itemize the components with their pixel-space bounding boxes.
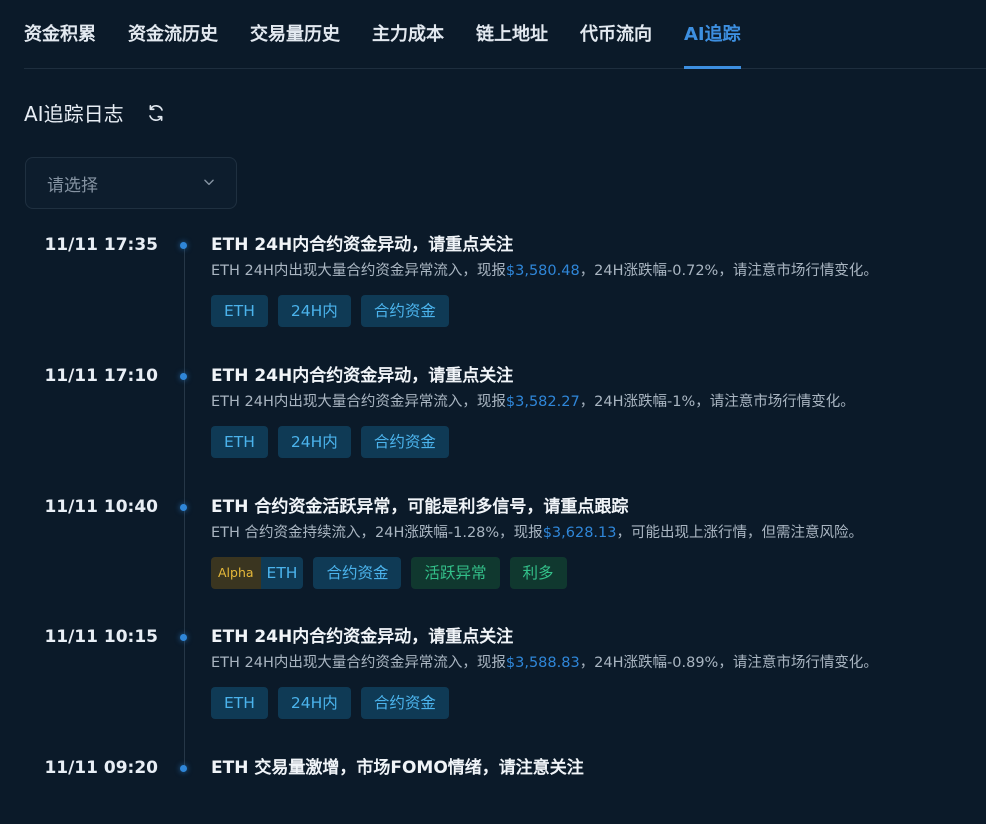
entry-price: $3,588.83 xyxy=(505,655,580,671)
select-placeholder: 请选择 xyxy=(47,175,98,196)
entry-title[interactable]: ETH 24H内合约资金异动，请重点关注 xyxy=(211,624,981,650)
desc-text: ETH 24H内出现大量合约资金异常流入，现报 xyxy=(211,655,506,671)
tag-eth[interactable]: ETH xyxy=(211,295,268,327)
page-title: AI追踪日志 xyxy=(24,102,124,126)
timeline-dot xyxy=(180,765,187,772)
timeline-dot xyxy=(180,634,187,641)
entry-time: 11/11 10:40 xyxy=(44,497,158,517)
tag-eth[interactable]: ETH xyxy=(260,557,304,589)
tag-24h[interactable]: 24H内 xyxy=(277,426,351,458)
desc-text: ，24H涨跌幅-0.89%，请注意市场行情变化。 xyxy=(579,655,878,671)
alpha-badge: Alpha xyxy=(211,557,261,589)
entry-time: 11/11 09:20 xyxy=(44,758,158,778)
timeline-dot xyxy=(180,242,187,249)
tag-contract-fund[interactable]: 合约资金 xyxy=(313,557,402,589)
entry-content: ETH 合约资金活跃异常，可能是利多信号，请重点跟踪 ETH 合约资金持续流入，… xyxy=(211,494,981,589)
tag-eth[interactable]: ETH xyxy=(211,687,268,719)
entry-description: ETH 24H内出现大量合约资金异常流入，现报$3,580.48，24H涨跌幅-… xyxy=(211,259,981,283)
entry-time: 11/11 17:10 xyxy=(44,366,158,386)
entry-time: 11/11 10:15 xyxy=(44,627,158,647)
tag-list: ETH 24H内 合约资金 xyxy=(211,687,981,719)
entry-description: ETH 24H内出现大量合约资金异常流入，现报$3,582.27，24H涨跌幅-… xyxy=(211,390,981,414)
entry-title[interactable]: ETH 24H内合约资金异动，请重点关注 xyxy=(211,232,981,258)
tag-24h[interactable]: 24H内 xyxy=(277,295,351,327)
desc-text: ，24H涨跌幅-0.72%，请注意市场行情变化。 xyxy=(579,263,878,279)
tab-fund-accumulation[interactable]: 资金积累 xyxy=(24,0,96,68)
filter-select[interactable]: 请选择 xyxy=(25,157,237,209)
tag-contract-fund[interactable]: 合约资金 xyxy=(360,295,449,327)
desc-text: ETH 24H内出现大量合约资金异常流入，现报 xyxy=(211,263,506,279)
entry-time: 11/11 17:35 xyxy=(44,235,158,255)
tag-bullish[interactable]: 利多 xyxy=(509,557,567,589)
entry-content: ETH 24H内合约资金异动，请重点关注 ETH 24H内出现大量合约资金异常流… xyxy=(211,624,981,719)
tag-list: ETH 24H内 合约资金 xyxy=(211,295,981,327)
tab-bar: 资金积累 资金流历史 交易量历史 主力成本 链上地址 代币流向 AI追踪 xyxy=(24,0,986,69)
tag-24h[interactable]: 24H内 xyxy=(277,687,351,719)
entry-price: $3,580.48 xyxy=(505,263,580,279)
entry-description: ETH 24H内出现大量合约资金异常流入，现报$3,588.83，24H涨跌幅-… xyxy=(211,651,981,675)
desc-text: ，可能出现上涨行情，但需注意风险。 xyxy=(616,525,863,541)
tab-onchain-address[interactable]: 链上地址 xyxy=(476,0,548,68)
refresh-icon[interactable] xyxy=(146,103,166,123)
ai-tracking-page: 资金积累 资金流历史 交易量历史 主力成本 链上地址 代币流向 AI追踪 AI追… xyxy=(0,0,986,824)
entry-title[interactable]: ETH 24H内合约资金异动，请重点关注 xyxy=(211,363,981,389)
entry-content: ETH 交易量激增，市场FOMO情绪，请注意关注 xyxy=(211,755,981,781)
timeline-dot xyxy=(180,373,187,380)
tab-fund-flow-history[interactable]: 资金流历史 xyxy=(128,0,218,68)
tab-token-flow[interactable]: 代币流向 xyxy=(580,0,652,68)
alpha-eth-tag[interactable]: Alpha ETH xyxy=(211,557,304,589)
tag-list: ETH 24H内 合约资金 xyxy=(211,426,981,458)
chevron-down-icon xyxy=(202,174,216,193)
tag-eth[interactable]: ETH xyxy=(211,426,268,458)
tab-main-cost[interactable]: 主力成本 xyxy=(372,0,444,68)
tag-contract-fund[interactable]: 合约资金 xyxy=(360,426,449,458)
tag-contract-fund[interactable]: 合约资金 xyxy=(360,687,449,719)
entry-content: ETH 24H内合约资金异动，请重点关注 ETH 24H内出现大量合约资金异常流… xyxy=(211,363,981,458)
timeline-dot xyxy=(180,504,187,511)
entry-price: $3,628.13 xyxy=(542,525,617,541)
entry-content: ETH 24H内合约资金异动，请重点关注 ETH 24H内出现大量合约资金异常流… xyxy=(211,232,981,327)
desc-text: ETH 24H内出现大量合约资金异常流入，现报 xyxy=(211,394,506,410)
tag-active-anomaly[interactable]: 活跃异常 xyxy=(411,557,500,589)
entry-description: ETH 合约资金持续流入，24H涨跌幅-1.28%，现报$3,628.13，可能… xyxy=(211,521,981,545)
log-header: AI追踪日志 xyxy=(24,98,166,127)
desc-text: ，24H涨跌幅-1%，请注意市场行情变化。 xyxy=(579,394,855,410)
tab-volume-history[interactable]: 交易量历史 xyxy=(250,0,340,68)
tag-list: Alpha ETH 合约资金 活跃异常 利多 xyxy=(211,557,981,589)
desc-text: ETH 合约资金持续流入，24H涨跌幅-1.28%，现报 xyxy=(211,525,543,541)
entry-price: $3,582.27 xyxy=(505,394,580,410)
entry-title[interactable]: ETH 交易量激增，市场FOMO情绪，请注意关注 xyxy=(211,755,981,781)
tab-ai-tracking[interactable]: AI追踪 xyxy=(684,0,741,69)
entry-title[interactable]: ETH 合约资金活跃异常，可能是利多信号，请重点跟踪 xyxy=(211,494,981,520)
